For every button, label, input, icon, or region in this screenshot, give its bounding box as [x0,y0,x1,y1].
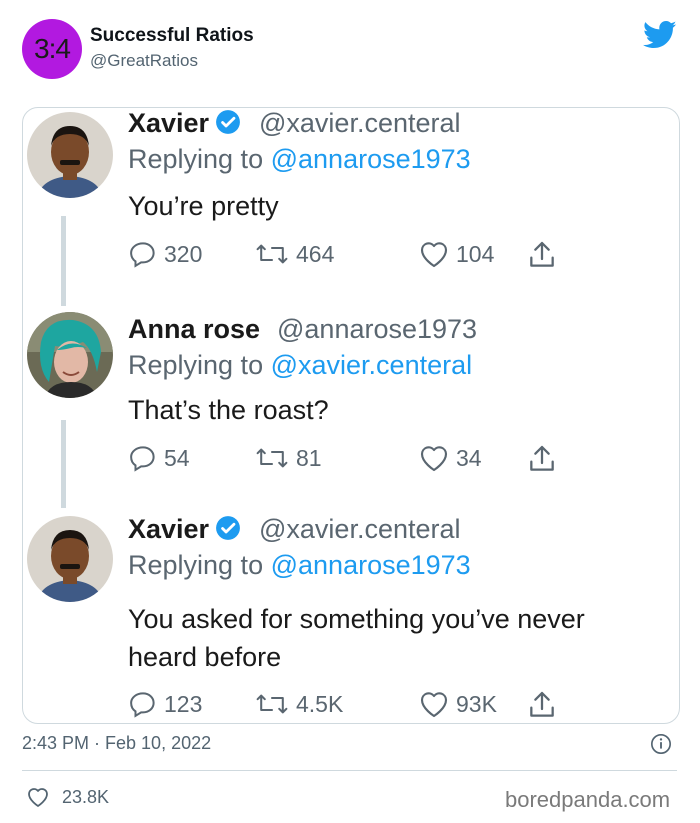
reply-count: 54 [164,444,190,471]
avatar[interactable] [27,112,113,198]
reply-button[interactable]: 123 [128,689,202,719]
retweet-button[interactable]: 81 [254,443,322,473]
like-button[interactable]: 93K [418,689,497,719]
tweet-card: 3:4 Successful Ratios @GreatRatios Xavie [0,0,700,823]
tweet-actions: 123 4.5K 93K [128,689,598,721]
tweet-text-line: heard before [128,642,282,672]
like-button[interactable]: 34 [418,443,482,473]
retweet-icon [256,244,288,264]
reply-prefix: Replying to [128,350,264,380]
like-count: 104 [456,240,495,267]
embedded-screenshot: Xavier @xavier.centeral Replying to @ann… [22,107,680,724]
tweet-text: You asked for something you’ve never hea… [128,600,658,676]
tweet-text: That’s the roast? [128,395,329,425]
reply-context: Replying to @xavier.centeral [128,350,472,381]
share-icon [530,241,554,267]
divider [22,770,677,771]
tweet-timestamp[interactable]: 2:43 PM · Feb 10, 2022 [22,733,211,754]
retweet-button[interactable]: 4.5K [254,689,343,719]
thread-line [61,216,66,306]
total-like-count: 23.8K [62,786,110,807]
tweet-text: You’re pretty [128,191,279,221]
retweet-icon [256,694,288,714]
reply-count: 320 [164,240,203,267]
retweet-count: 464 [296,240,335,267]
info-icon[interactable] [650,733,672,755]
heart-icon [420,692,448,718]
reply-mention-link[interactable]: @xavier.centeral [271,350,473,380]
tweet-actions: 54 81 34 [128,443,598,475]
like-count: 34 [456,444,482,471]
author-name-text: Xavier [128,108,210,138]
reply-context: Replying to @annarose1973 [128,550,471,581]
heart-icon [420,242,448,268]
tweet-author-name[interactable]: Xavier [128,108,241,139]
reply-button[interactable]: 54 [128,443,190,473]
retweet-count: 4.5K [296,690,344,717]
tweet-text-line: You asked for something you’ve never [128,604,585,634]
like-count: 93K [456,690,497,717]
share-icon [530,691,554,717]
account-handle[interactable]: @GreatRatios [90,51,198,71]
reply-context: Replying to @annarose1973 [128,144,471,175]
account-name[interactable]: Successful Ratios [90,25,254,47]
tweet-author-name[interactable]: Xavier [128,514,241,545]
tweet-author-handle[interactable]: @xavier.centeral [259,514,461,545]
reply-mention-link[interactable]: @annarose1973 [271,144,471,174]
watermark: boredpanda.com [505,787,671,812]
reply-prefix: Replying to [128,550,264,580]
twitter-bird-icon[interactable] [643,20,677,50]
tweet-actions: 320 464 104 [128,239,598,271]
tweet-author-handle[interactable]: @xavier.centeral [259,108,461,139]
retweet-count: 81 [296,444,322,471]
tweet-author-handle[interactable]: @annarose1973 [277,314,477,345]
reply-button[interactable]: 320 [128,239,202,269]
share-button[interactable] [526,239,564,271]
retweet-button[interactable]: 464 [254,239,334,269]
thread-line [61,420,66,508]
author-name-text: Xavier [128,514,210,544]
retweet-icon [256,448,288,468]
avatar[interactable] [27,516,113,602]
reply-icon [130,242,155,268]
reply-icon [130,692,155,718]
share-button[interactable] [526,443,564,475]
account-avatar[interactable]: 3:4 [22,19,82,79]
reply-mention-link[interactable]: @annarose1973 [271,550,471,580]
reply-icon [130,446,155,472]
heart-icon [420,446,448,472]
verified-badge-icon [216,110,240,134]
reply-count: 123 [164,690,203,717]
reply-prefix: Replying to [128,144,264,174]
like-button[interactable]: 104 [418,239,494,269]
account-avatar-text: 3:4 [34,33,71,64]
share-icon [530,445,554,471]
verified-badge-icon [216,516,240,540]
tweet-author-name[interactable]: Anna rose [128,314,260,345]
avatar[interactable] [27,312,113,398]
share-button[interactable] [526,689,564,721]
heart-icon [28,788,48,807]
like-summary[interactable]: 23.8K [26,786,109,808]
